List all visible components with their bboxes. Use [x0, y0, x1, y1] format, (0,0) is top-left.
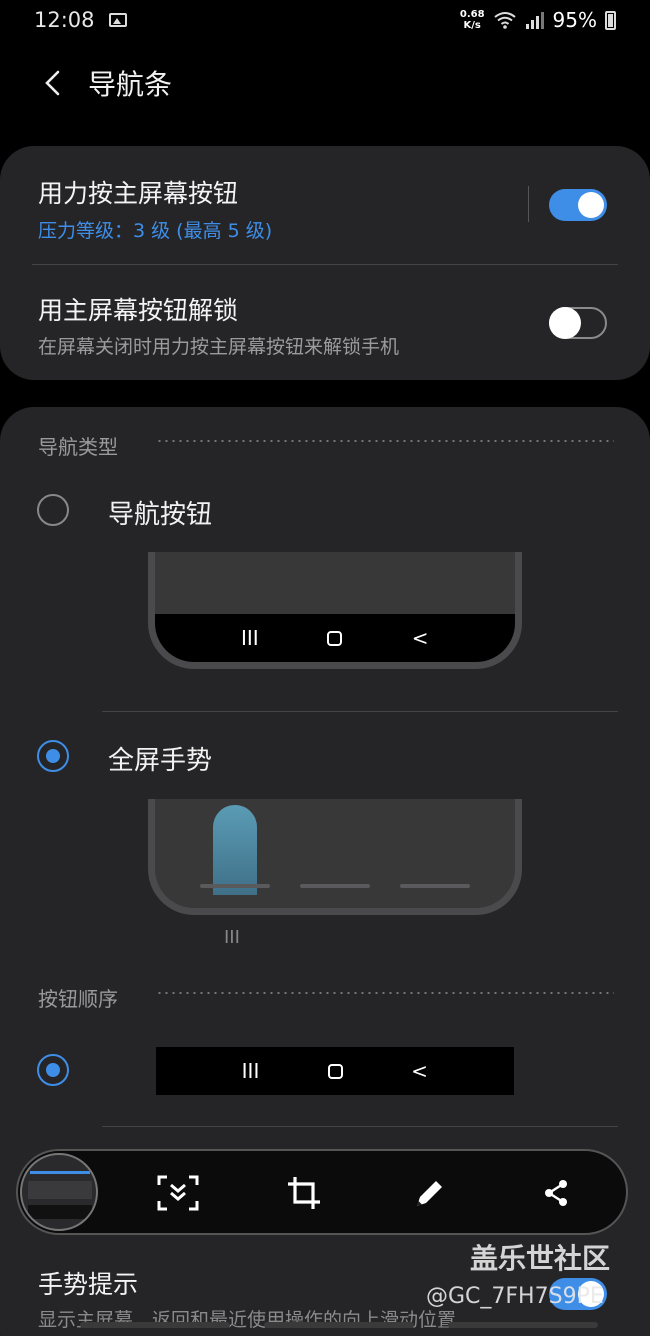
- toggle-knob: [578, 192, 604, 218]
- swipe-hint-indicator: [213, 805, 257, 895]
- system-gesture-bar: [264, 1322, 414, 1328]
- press-home-title: 用力按主屏幕按钮: [38, 179, 239, 208]
- gesture-area-line: [300, 884, 370, 888]
- press-home-subtitle: 压力等级：3 级 (最高 5 级): [38, 220, 273, 242]
- watermark-id: @GC_7FH7S9PE: [426, 1284, 604, 1309]
- share-button[interactable]: [534, 1171, 578, 1215]
- app-bar: 导航条: [0, 50, 650, 116]
- preview-navbar: III <: [155, 614, 515, 662]
- back-icon: <: [411, 1059, 428, 1083]
- unlock-home-subtitle: 在屏幕关闭时用力按主屏幕按钮来解锁手机: [38, 336, 400, 358]
- wifi-icon: [493, 12, 516, 29]
- nav-type-header: 导航类型: [38, 435, 118, 459]
- toggle-knob: [549, 307, 581, 339]
- gestures-preview[interactable]: [148, 799, 522, 915]
- unlock-home-toggle[interactable]: [549, 307, 607, 339]
- fullscreen-gestures-radio[interactable]: [37, 740, 69, 772]
- unlock-home-title: 用主屏幕按钮解锁: [38, 296, 239, 325]
- back-icon: <: [411, 626, 429, 650]
- divider: [102, 1126, 618, 1127]
- press-home-toggle[interactable]: [549, 189, 607, 221]
- divider: [102, 711, 618, 712]
- watermark-title: 盖乐世社区: [470, 1242, 611, 1275]
- screenshot-thumbnail[interactable]: [20, 1153, 98, 1231]
- net-speed: 0.68 K/s: [460, 9, 485, 31]
- draw-button[interactable]: [408, 1171, 452, 1215]
- system-gesture-bar: [80, 1322, 230, 1328]
- thumb-row: [28, 1205, 92, 1219]
- share-icon: [545, 1180, 567, 1206]
- header-dots: [156, 992, 614, 994]
- order-option-1-preview[interactable]: III <: [156, 1047, 514, 1095]
- nav-buttons-radio[interactable]: [37, 494, 69, 526]
- recents-icon: III: [240, 626, 259, 650]
- system-gesture-bar: [448, 1322, 598, 1328]
- home-icon: [327, 1063, 343, 1079]
- thumb-row: [28, 1181, 92, 1199]
- gesture-hint-title[interactable]: 手势提示: [38, 1265, 138, 1301]
- pen-icon: [417, 1181, 442, 1206]
- screenshot-toolbar: [16, 1149, 628, 1235]
- header-dots: [156, 440, 614, 442]
- gesture-area-line: [200, 884, 270, 888]
- unlock-home-row[interactable]: 用主屏幕按钮解锁 在屏幕关闭时用力按主屏幕按钮来解锁手机: [0, 265, 650, 380]
- press-home-row[interactable]: 用力按主屏幕按钮 压力等级：3 级 (最高 5 级): [0, 146, 650, 264]
- status-time: 12:08: [34, 8, 95, 32]
- net-speed-value: 0.68: [459, 9, 485, 20]
- smart-select-icon: [157, 1175, 199, 1211]
- home-button-settings-card: 用力按主屏幕按钮 压力等级：3 级 (最高 5 级) 用主屏幕按钮解锁 在屏幕关…: [0, 146, 650, 380]
- page-title: 导航条: [88, 68, 173, 101]
- row-separator: [528, 186, 529, 222]
- nav-buttons-preview[interactable]: III <: [148, 552, 522, 669]
- button-order-header: 按钮顺序: [38, 987, 118, 1011]
- thumb-accent: [30, 1171, 90, 1174]
- order-option-1-radio[interactable]: [37, 1054, 69, 1086]
- chevron-left-icon: [45, 70, 60, 96]
- status-right: 0.68 K/s 95%: [460, 0, 616, 40]
- home-icon: [327, 630, 343, 646]
- recents-icon: III: [241, 1059, 260, 1083]
- back-button[interactable]: [32, 63, 72, 103]
- signal-icon: [525, 12, 544, 29]
- crop-icon: [288, 1177, 320, 1209]
- nav-buttons-label[interactable]: 导航按钮: [108, 494, 212, 531]
- gesture-area-line: [400, 884, 470, 888]
- battery-percent: 95%: [552, 8, 597, 32]
- crop-button[interactable]: [282, 1171, 326, 1215]
- image-notification-icon: [108, 13, 127, 27]
- recents-gesture-glyph: III: [224, 927, 240, 948]
- smart-select-button[interactable]: [156, 1171, 200, 1215]
- fullscreen-gestures-label[interactable]: 全屏手势: [108, 740, 212, 777]
- net-speed-unit: K/s: [463, 20, 481, 31]
- battery-icon: [605, 10, 616, 30]
